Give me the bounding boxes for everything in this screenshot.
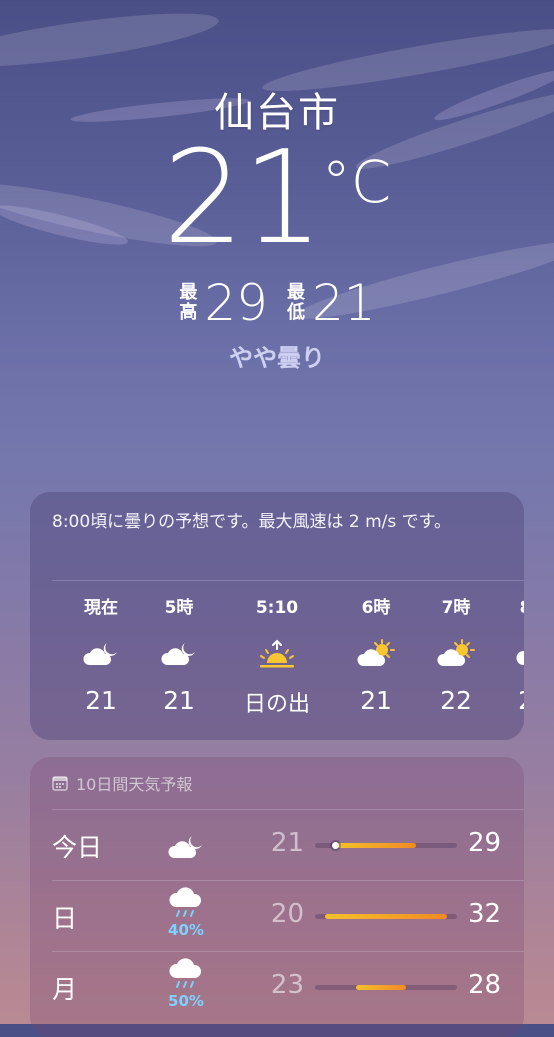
hour-item: 8時 24 xyxy=(496,596,524,715)
partly-sunny-icon xyxy=(338,636,414,672)
hour-item: 現在 21 xyxy=(63,596,139,715)
precipitation-chance: 40% xyxy=(168,921,204,939)
hour-item: 7時 22 xyxy=(418,596,494,715)
hour-item-sunrise: 5:10 日の出 xyxy=(229,596,325,718)
hour-item: 5時 21 xyxy=(141,596,217,715)
condition-text: やや曇り xyxy=(229,344,325,372)
hour-time: 6時 xyxy=(361,598,391,618)
day-row[interactable]: 今日 21 29 xyxy=(30,810,524,880)
day-low: 23 xyxy=(270,970,304,1000)
day-low: 21 xyxy=(270,828,304,858)
high-value: 29 xyxy=(204,274,268,332)
precipitation-chance: 50% xyxy=(168,992,204,1010)
day-row[interactable]: 日 40% 20 32 xyxy=(30,881,524,951)
day-label: 月 xyxy=(52,975,78,1004)
day-low: 20 xyxy=(270,899,304,929)
hour-value: 21 xyxy=(85,686,117,715)
rain-icon: 50% xyxy=(160,958,212,1010)
ten-day-title: 10日間天気予報 xyxy=(76,775,193,794)
temperature-range-fill xyxy=(335,843,417,848)
partly-cloudy-night-icon xyxy=(63,636,139,672)
hour-time: 5:10 xyxy=(255,598,299,618)
day-high: 32 xyxy=(468,899,502,929)
rain-icon: 40% xyxy=(160,887,212,939)
high-low: 最高 29 最低 21 xyxy=(0,278,554,328)
hour-value: 日の出 xyxy=(243,692,310,717)
ten-day-header: 10日間天気予報 xyxy=(52,771,192,795)
temperature-range-fill xyxy=(355,985,407,990)
temperature-range-bar xyxy=(315,914,457,919)
sunrise-icon xyxy=(229,636,325,672)
day-row[interactable]: 月 50% 23 28 xyxy=(30,952,524,1022)
hour-value: 24 xyxy=(496,686,524,715)
temperature-range-bar xyxy=(315,842,457,849)
hour-value: 21 xyxy=(163,686,195,715)
temperature-range-fill xyxy=(325,914,447,919)
current-temperature-dot xyxy=(331,842,339,849)
low-value: 21 xyxy=(312,274,376,332)
high-label: 最高 xyxy=(179,282,198,323)
day-high: 28 xyxy=(468,970,502,1000)
hour-value: 22 xyxy=(440,686,472,715)
hour-time: 7時 xyxy=(441,598,471,618)
temperature-unit: °C xyxy=(321,148,392,216)
hour-time: 8時 xyxy=(496,596,524,620)
temperature-range-bar xyxy=(315,985,457,990)
ten-day-forecast-card[interactable]: 10日間天気予報 今日 21 29 日 40% 20 32 月 50% 23 2… xyxy=(30,757,524,1037)
day-label: 日 xyxy=(52,904,78,933)
low-label: 最低 xyxy=(287,282,305,323)
hourly-forecast-card[interactable]: 8:00頃に曇りの予想です。最大風速は 2 m/s です。 現在 21 5時 2… xyxy=(30,492,524,740)
high-temperature: 最高 29 xyxy=(178,278,268,328)
partly-cloudy-night-icon xyxy=(160,816,212,866)
partly-sunny-icon xyxy=(418,636,494,672)
day-high: 29 xyxy=(468,828,502,858)
divider xyxy=(52,580,524,581)
partly-cloudy-night-icon xyxy=(141,636,217,672)
hour-value: 21 xyxy=(360,686,392,715)
low-temperature: 最低 21 xyxy=(286,278,376,328)
temperature-value: 21 xyxy=(162,124,324,273)
hour-item: 6時 21 xyxy=(338,596,414,715)
hour-time: 現在 xyxy=(84,598,118,618)
hour-time: 5時 xyxy=(164,598,194,618)
hourly-list[interactable]: 現在 21 5時 21 5:10 日の出 6時 21 7時 22 xyxy=(30,596,524,726)
cloud-icon xyxy=(496,636,524,672)
forecast-summary: 8:00頃に曇りの予想です。最大風速は 2 m/s です。 xyxy=(52,512,451,532)
current-temperature: 21°C xyxy=(0,135,554,263)
calendar-icon xyxy=(52,776,68,791)
day-label: 今日 xyxy=(52,833,103,862)
